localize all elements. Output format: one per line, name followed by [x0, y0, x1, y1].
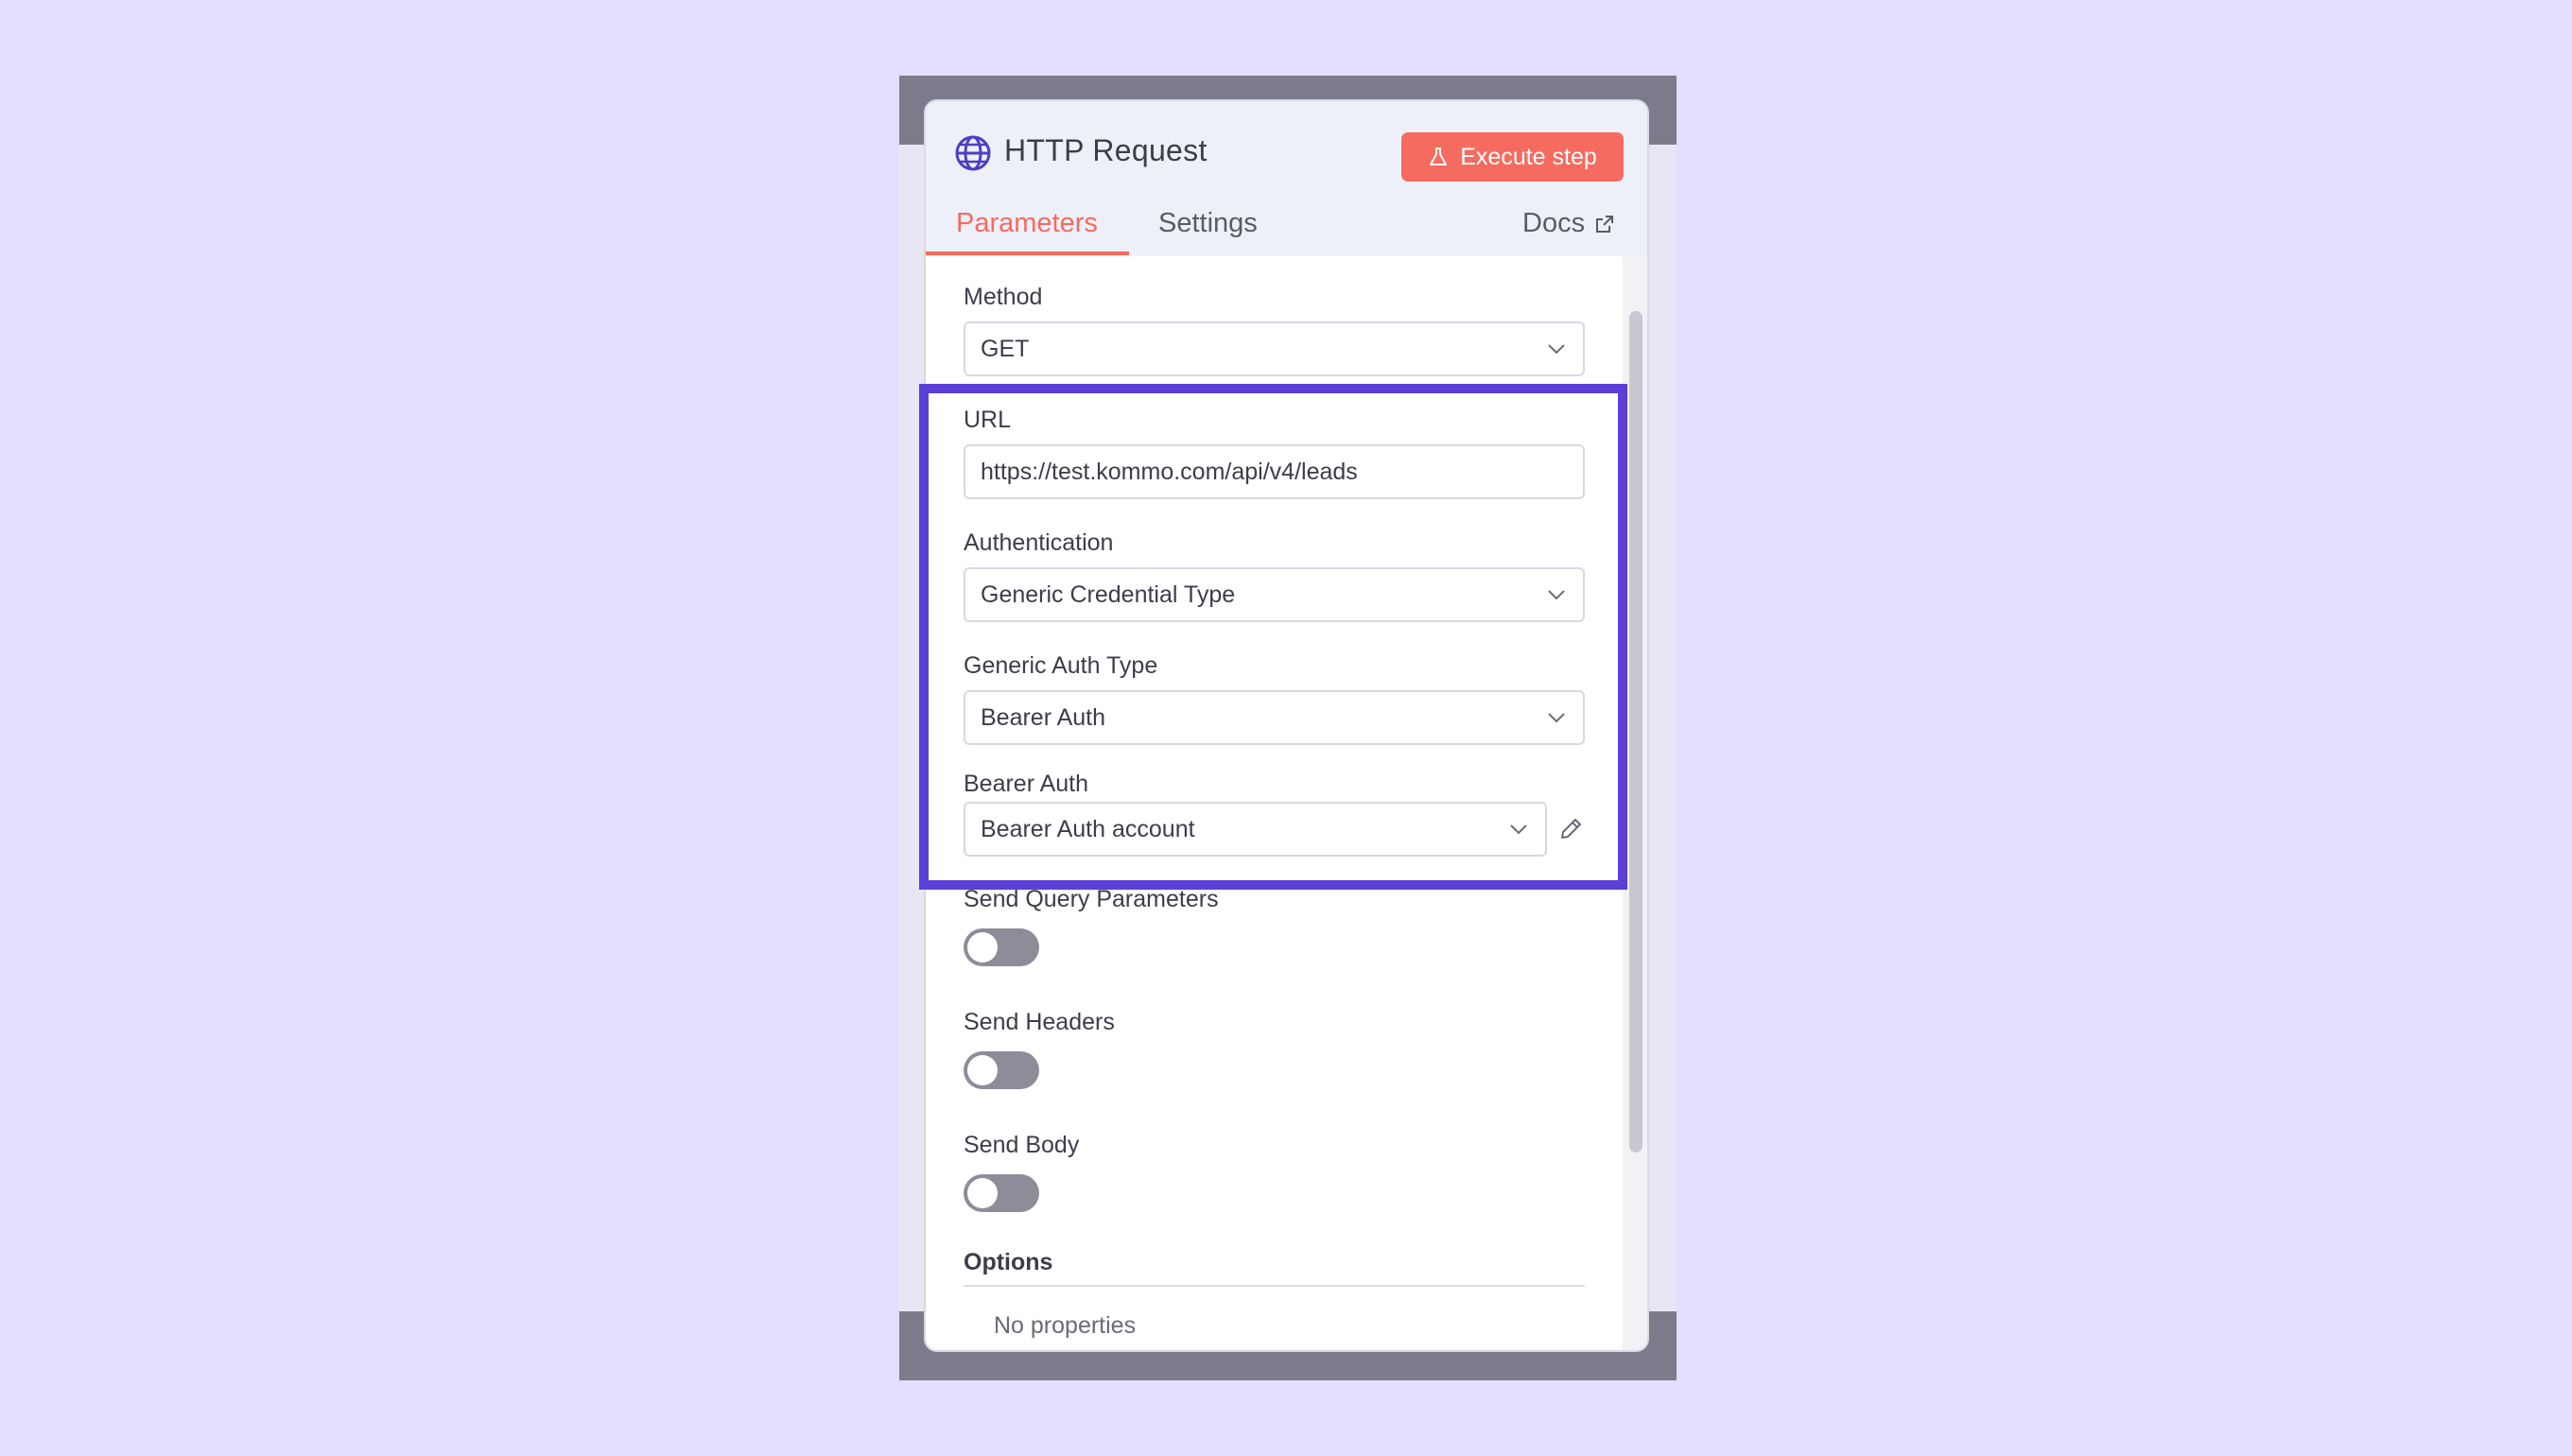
toggle-knob: [967, 932, 998, 962]
send-body-toggle[interactable]: [964, 1174, 1039, 1212]
docs-label: Docs: [1522, 208, 1586, 238]
external-link-icon: [1585, 214, 1615, 234]
active-tab-indicator: [926, 251, 1129, 255]
method-select[interactable]: GET: [964, 321, 1585, 376]
scrollbar-thumb[interactable]: [1629, 311, 1642, 1153]
send-query-parameters-toggle[interactable]: [964, 928, 1039, 966]
send-headers-label: Send Headers: [964, 1009, 1115, 1035]
globe-icon: [954, 134, 992, 172]
send-body-label: Send Body: [964, 1132, 1080, 1158]
toggle-knob: [967, 1178, 998, 1208]
flask-icon: [1428, 147, 1460, 167]
execute-step-label: Execute step: [1460, 143, 1597, 170]
no-properties-text: No properties: [994, 1312, 1137, 1339]
highlight-box: [919, 384, 1627, 890]
send-headers-toggle[interactable]: [964, 1051, 1039, 1089]
tab-parameters[interactable]: Parameters: [956, 208, 1098, 239]
node-title: HTTP Request: [1004, 133, 1208, 167]
method-value: GET: [981, 335, 1030, 362]
tab-settings[interactable]: Settings: [1158, 208, 1258, 239]
chevron-down-icon: [1545, 338, 1568, 360]
tab-docs[interactable]: Docs: [1522, 208, 1615, 239]
options-heading: Options: [964, 1249, 1053, 1275]
send-query-parameters-label: Send Query Parameters: [964, 886, 1219, 912]
panel-header: HTTP Request Execute step Parameters Set…: [926, 101, 1647, 256]
method-label: Method: [964, 284, 1043, 310]
toggle-knob: [967, 1055, 998, 1085]
options-divider: [964, 1285, 1585, 1287]
execute-step-button[interactable]: Execute step: [1401, 132, 1624, 182]
